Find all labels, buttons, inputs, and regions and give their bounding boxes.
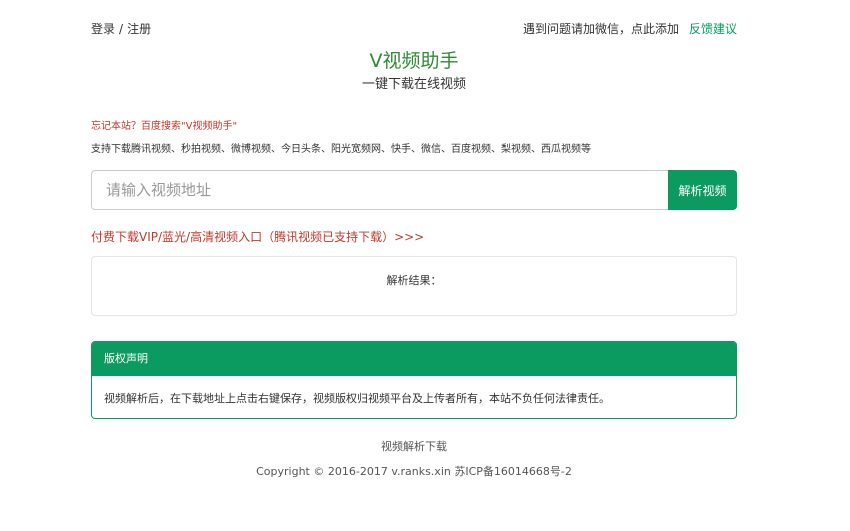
result-box: 解析结果： <box>91 256 737 316</box>
parse-video-button[interactable]: 解析视频 <box>668 170 737 210</box>
footer-link-text[interactable]: 视频解析下载 <box>381 440 447 453</box>
supported-sites-text: 支持下载腾讯视频、秒拍视频、微博视频、今日头条、阳光宽频网、快手、微信、百度视频… <box>91 144 591 155</box>
video-url-input[interactable] <box>91 170 683 210</box>
vip-download-link[interactable]: 付费下载VIP/蓝光/高清视频入口（腾讯视频已支持下载）>>> <box>91 228 424 245</box>
top-right-links: 遇到问题请加微信，点此添加 反馈建议 <box>523 20 737 37</box>
result-label: 解析结果： <box>386 274 442 287</box>
copyright-heading: 版权声明 <box>92 342 736 376</box>
wechat-help-link[interactable]: 遇到问题请加微信，点此添加 <box>523 22 679 36</box>
feedback-link[interactable]: 反馈建议 <box>689 22 737 36</box>
auth-links: 登录 / 注册 <box>91 20 151 37</box>
footer-copyright: Copyright © 2016-2017 v.ranks.xin 苏ICP备1… <box>256 465 572 478</box>
site-subtitle: 一键下载在线视频 <box>361 77 466 92</box>
copyright-body: 视频解析后，在下载地址上点击右键保存，视频版权归视频平台及上传者所有，本站不负任… <box>104 392 610 405</box>
login-link[interactable]: 登录 <box>91 22 115 36</box>
register-link[interactable]: 注册 <box>127 22 151 36</box>
search-row: 解析视频 <box>91 170 737 210</box>
copyright-panel: 版权声明 视频解析后，在下载地址上点击右键保存，视频版权归视频平台及上传者所有，… <box>91 341 737 419</box>
auth-separator: / <box>119 22 124 36</box>
footer-link[interactable]: 视频解析下载 <box>91 438 737 454</box>
top-bar: 登录 / 注册 遇到问题请加微信，点此添加 反馈建议 <box>91 20 737 38</box>
bookmark-hint: 忘记本站？百度搜索"V视频助手" <box>91 121 238 132</box>
page: 登录 / 注册 遇到问题请加微信，点此添加 反馈建议 V视频助手 一键下载在线视频 忘… <box>0 0 850 531</box>
site-title: V视频助手 <box>369 50 459 72</box>
